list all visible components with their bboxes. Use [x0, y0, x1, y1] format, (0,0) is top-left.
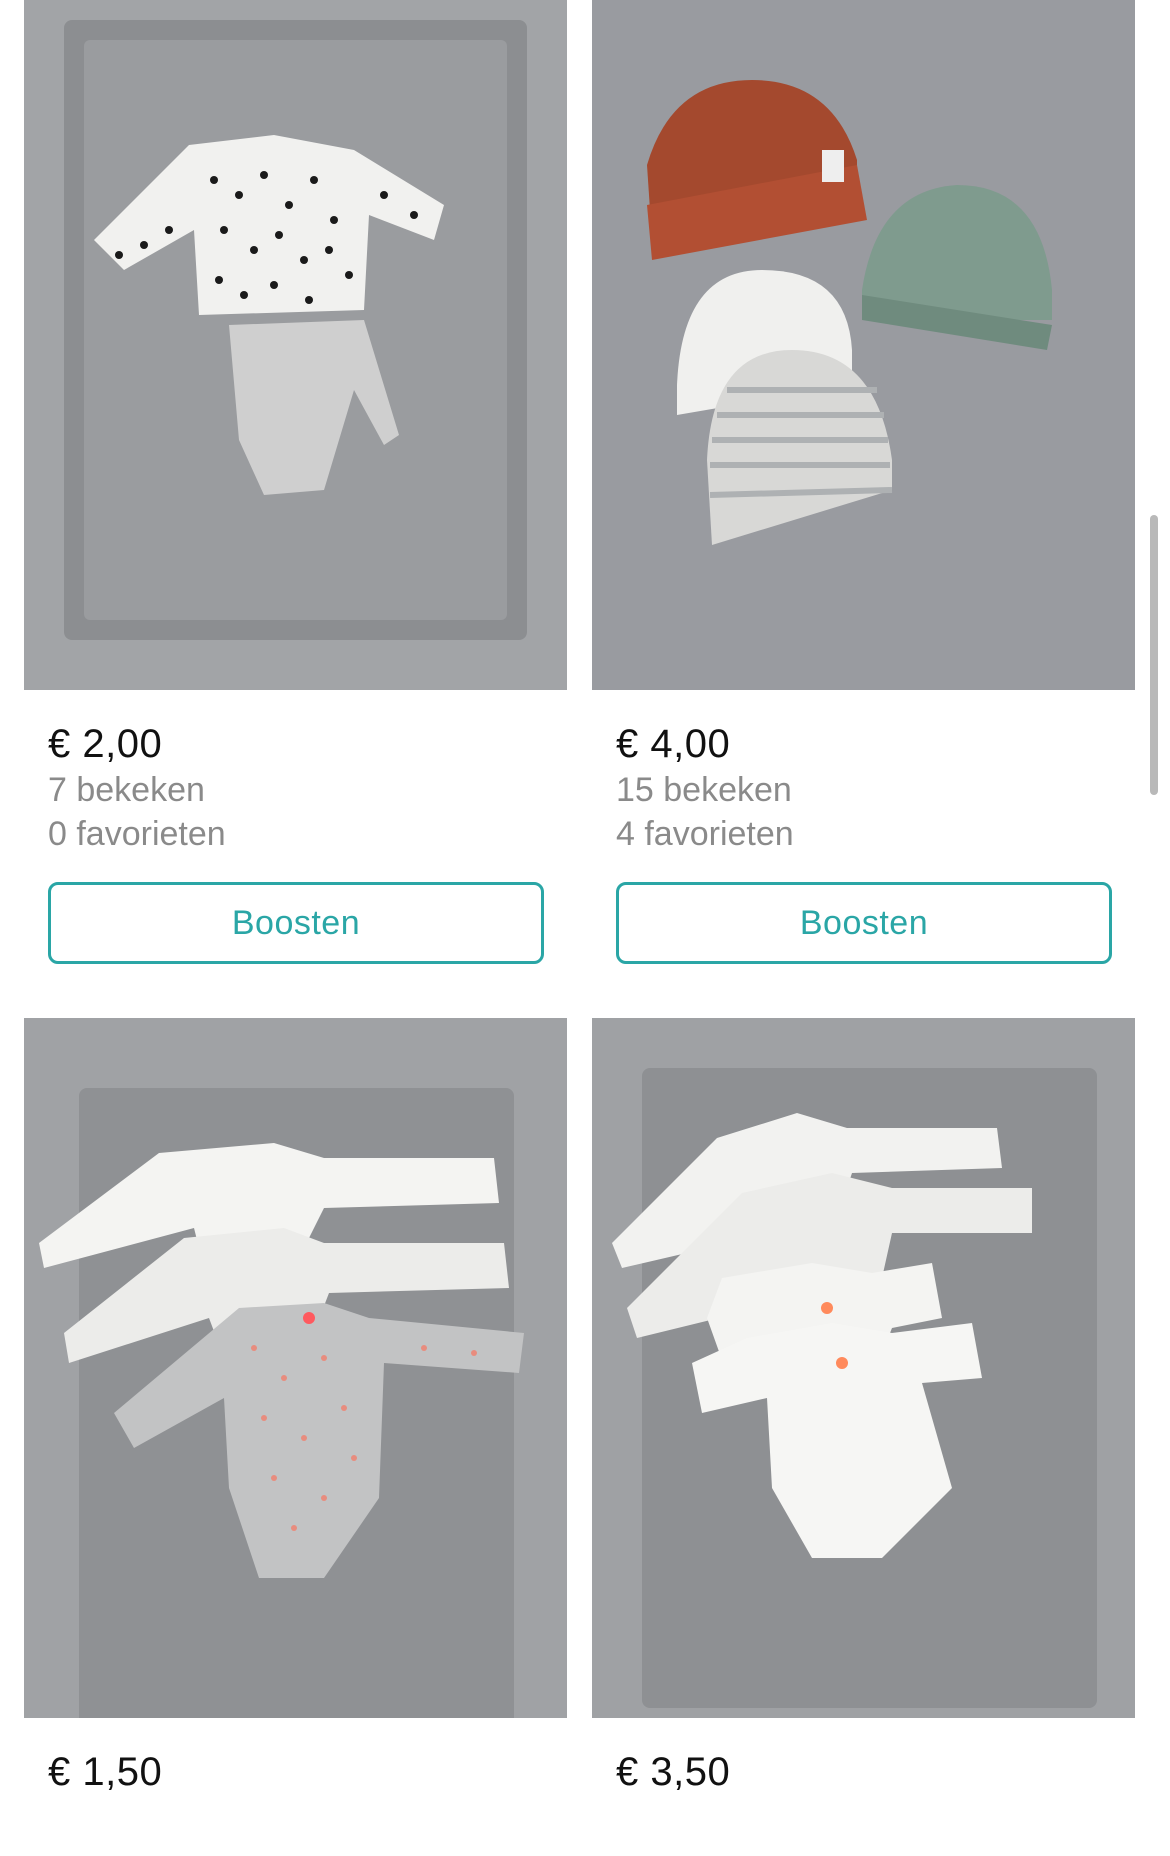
- listing-card[interactable]: € 2,00 7 bekeken 0 favorieten Boosten: [24, 0, 567, 964]
- listing-price: € 4,00: [616, 722, 731, 766]
- listing-views: 7 bekeken: [48, 771, 205, 809]
- listing-price: € 1,50: [48, 1750, 163, 1794]
- vertical-scrollbar[interactable]: [1150, 515, 1158, 795]
- listing-favorites: 0 favorieten: [48, 815, 226, 853]
- listing-photo[interactable]: [592, 0, 1135, 690]
- photo-baby-hats: [592, 0, 1135, 690]
- listing-views: 15 bekeken: [616, 771, 792, 809]
- listing-price: € 3,50: [616, 1750, 731, 1794]
- listing-photo[interactable]: [24, 1018, 567, 1718]
- photo-wrap-bodysuits: [592, 1018, 1135, 1718]
- listings-grid: € 2,00 7 bekeken 0 favorieten Boosten € …: [0, 0, 1170, 1856]
- listing-photo[interactable]: [24, 0, 567, 690]
- listing-photo[interactable]: [592, 1018, 1135, 1718]
- boost-button[interactable]: Boosten: [48, 882, 544, 964]
- photo-longsleeve-bodysuits: [24, 1018, 567, 1718]
- listing-favorites: 4 favorieten: [616, 815, 794, 853]
- listing-price: € 2,00: [48, 722, 163, 766]
- boost-button[interactable]: Boosten: [616, 882, 1112, 964]
- listing-card[interactable]: € 1,50: [24, 1018, 567, 1796]
- listing-card[interactable]: € 4,00 15 bekeken 4 favorieten Boosten: [592, 0, 1135, 964]
- listing-card[interactable]: € 3,50: [592, 1018, 1135, 1796]
- photo-dotted-outfit: [24, 0, 567, 690]
